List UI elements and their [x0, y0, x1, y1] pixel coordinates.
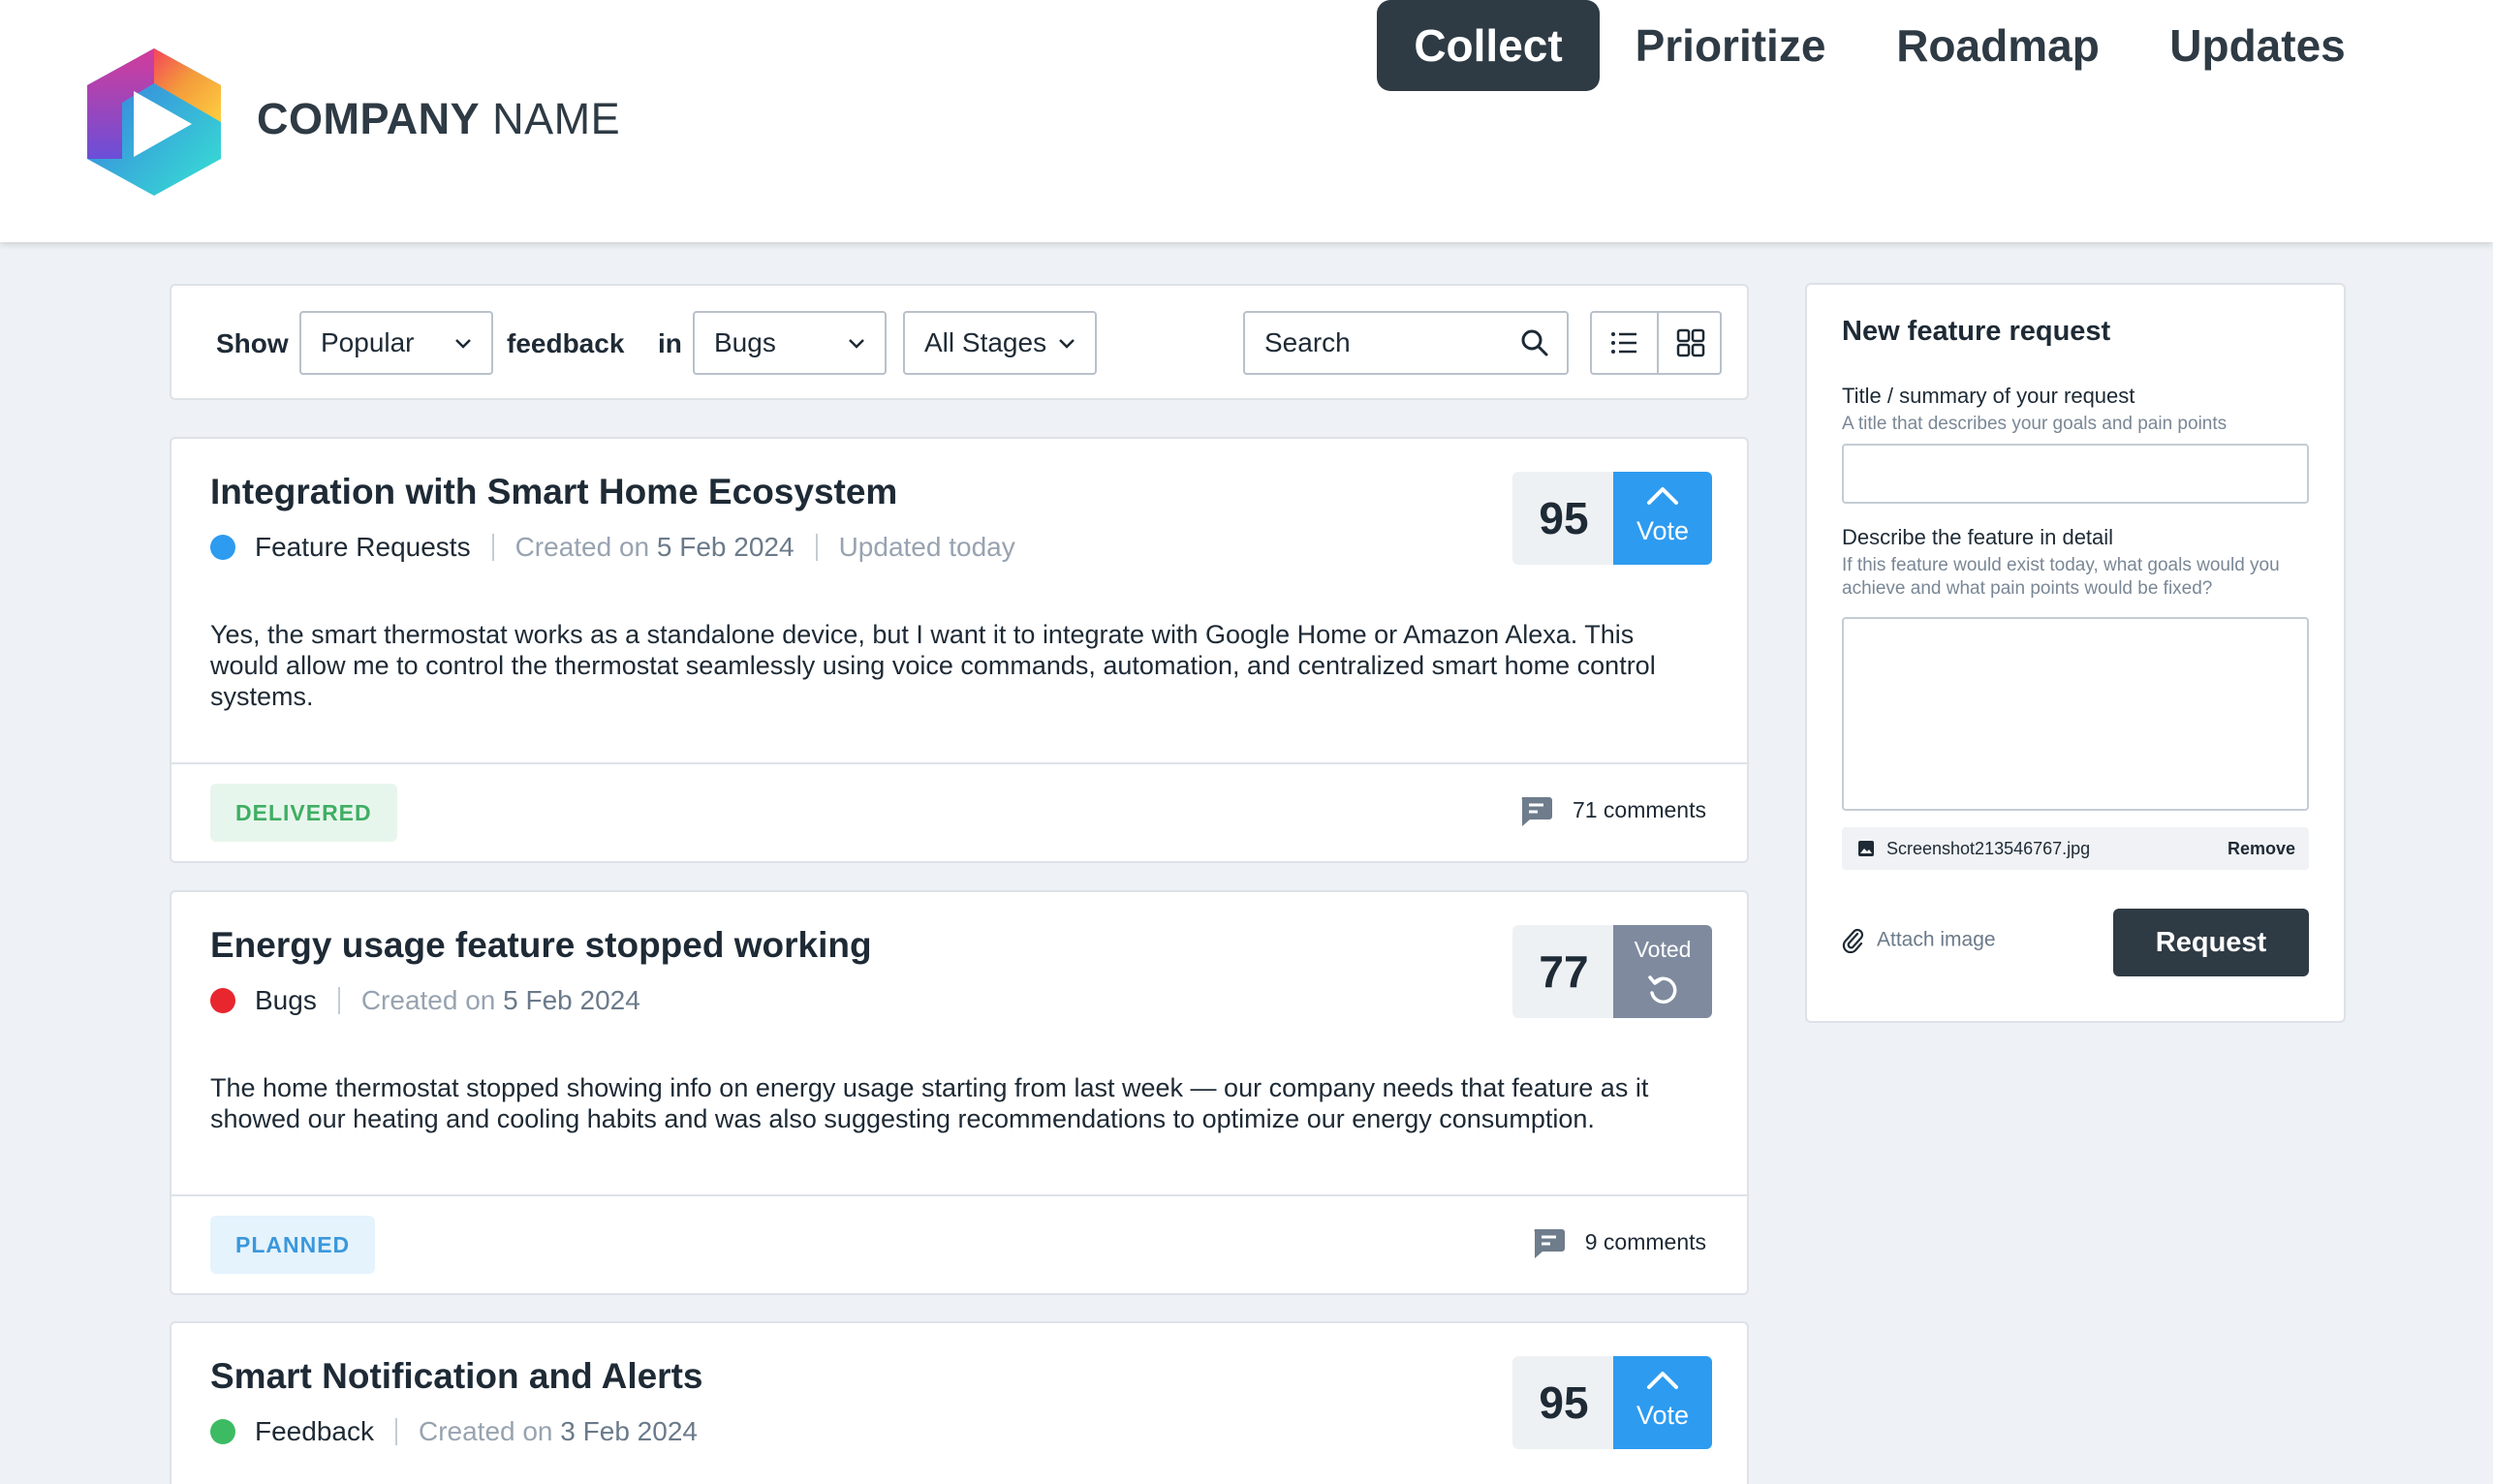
feedback-label: feedback	[507, 328, 625, 358]
vote-widget: 95 Vote	[1512, 472, 1712, 565]
chevron-down-icon	[1059, 339, 1075, 349]
created-prefix: Created on	[360, 985, 496, 1015]
form-title: New feature request	[1842, 316, 2111, 347]
post-category[interactable]: Feedback	[255, 1416, 374, 1446]
post-title[interactable]: Smart Notification and Alerts	[210, 1356, 702, 1397]
sort-select[interactable]: Popular	[299, 311, 493, 375]
vote-button-label: Vote	[1636, 516, 1690, 545]
vote-button[interactable]: Vote	[1613, 472, 1712, 565]
title-field-label: Title / summary of your request	[1842, 384, 2135, 408]
comments-count: 71 comments	[1572, 797, 1706, 823]
title-input[interactable]	[1842, 444, 2309, 504]
stage-select[interactable]: All Stages	[903, 311, 1097, 375]
created-date: 5 Feb 2024	[656, 532, 795, 562]
in-label: in	[658, 328, 682, 358]
feedback-card[interactable]: Integration with Smart Home Ecosystem Fe…	[170, 437, 1749, 863]
feedback-card[interactable]: Energy usage feature stopped working Bug…	[170, 890, 1749, 1295]
status-badge: DELIVERED	[210, 784, 397, 842]
company-logo-icon[interactable]	[87, 48, 221, 196]
nav-roadmap[interactable]: Roadmap	[1895, 0, 2101, 91]
voted-button[interactable]: Voted	[1613, 925, 1712, 1018]
post-description: The home thermostat stopped showing info…	[210, 1073, 1649, 1133]
meta-separator	[394, 1418, 397, 1445]
company-name-regular: NAME	[480, 94, 621, 143]
search-box	[1243, 311, 1569, 375]
post-category[interactable]: Feature Requests	[255, 532, 471, 562]
chevron-up-icon	[1647, 1372, 1678, 1389]
undo-icon	[1648, 975, 1677, 1005]
chevron-down-icon	[455, 339, 471, 349]
nav-collect[interactable]: Collect	[1377, 0, 1600, 91]
vote-count: 77	[1512, 925, 1615, 1018]
filter-bar: Show Popular feedback in Bugs All Stages	[170, 284, 1749, 400]
vote-button-label: Vote	[1636, 1401, 1690, 1430]
view-toggle	[1590, 311, 1722, 375]
category-dot	[210, 535, 235, 560]
category-dot	[210, 988, 235, 1013]
remove-attachment-button[interactable]: Remove	[2228, 839, 2295, 859]
meta-separator	[491, 534, 494, 561]
post-meta: Feedback Created on 3 Feb 2024	[210, 1416, 698, 1447]
nav-updates[interactable]: Updates	[2161, 0, 2354, 91]
detail-textarea[interactable]	[1842, 617, 2309, 811]
created-date: 5 Feb 2024	[503, 985, 640, 1015]
image-icon	[1858, 841, 1874, 856]
company-name-bold: COMPANY	[257, 94, 481, 143]
nav-prioritize[interactable]: Prioritize	[1628, 0, 1833, 91]
detail-field-label: Describe the feature in detail	[1842, 525, 2114, 549]
chevron-down-icon	[849, 339, 864, 349]
comments-count: 9 comments	[1584, 1229, 1706, 1255]
created-prefix: Created on	[418, 1416, 553, 1446]
post-title[interactable]: Integration with Smart Home Ecosystem	[210, 472, 897, 512]
chevron-up-icon	[1647, 487, 1678, 505]
status-badge: PLANNED	[210, 1216, 376, 1274]
detail-field-hint: If this feature would exist today, what …	[1842, 555, 2280, 599]
search-input[interactable]	[1245, 313, 1497, 373]
show-label: Show	[216, 328, 289, 358]
attach-image-button[interactable]: Attach image	[1842, 928, 1996, 954]
post-category[interactable]: Bugs	[255, 985, 317, 1015]
title-field-hint: A title that describes your goals and pa…	[1842, 414, 2228, 434]
category-dot	[210, 1419, 235, 1444]
vote-button[interactable]: Vote	[1613, 1356, 1712, 1449]
meta-separator	[337, 987, 340, 1014]
paperclip-icon	[1842, 928, 1864, 954]
vote-count: 95	[1512, 472, 1615, 565]
card-divider	[171, 762, 1747, 764]
comment-icon	[1534, 1229, 1565, 1258]
updated-text: Updated today	[838, 532, 1015, 562]
post-meta: Bugs Created on 5 Feb 2024	[210, 985, 640, 1016]
voted-button-label: Voted	[1634, 937, 1692, 962]
feedback-card[interactable]: Smart Notification and Alerts Feedback Cr…	[170, 1321, 1749, 1484]
vote-widget: 95 Vote	[1512, 1356, 1712, 1449]
grid-view-button[interactable]	[1659, 313, 1723, 373]
attachment-filename: Screenshot213546767.jpg	[1886, 839, 2091, 858]
vote-count: 95	[1512, 1356, 1615, 1449]
new-request-form: New feature request Title / summary of y…	[1805, 283, 2346, 1023]
comment-icon	[1521, 797, 1552, 826]
created-date: 3 Feb 2024	[560, 1416, 698, 1446]
post-description: Yes, the smart thermostat works as a sta…	[210, 620, 1656, 711]
comments-link[interactable]: 9 comments	[1531, 1227, 1706, 1260]
category-select-value: Bugs	[714, 327, 776, 357]
category-select[interactable]: Bugs	[693, 311, 887, 375]
list-icon	[1611, 332, 1636, 354]
sort-select-value: Popular	[321, 327, 415, 357]
app-header: COMPANY NAME Collect Prioritize Roadmap …	[0, 0, 2493, 242]
request-button[interactable]: Request	[2113, 909, 2309, 976]
card-divider	[171, 1194, 1747, 1196]
attachment-row: Screenshot213546767.jpg Remove	[1842, 827, 2309, 870]
post-meta: Feature Requests Created on 5 Feb 2024 Upd…	[210, 532, 1015, 563]
company-name: COMPANY NAME	[257, 94, 620, 144]
post-title[interactable]: Energy usage feature stopped working	[210, 925, 872, 966]
vote-widget: 77 Voted	[1512, 925, 1712, 1018]
meta-separator	[815, 534, 818, 561]
search-icon[interactable]	[1520, 328, 1549, 357]
grid-icon	[1676, 328, 1705, 357]
attach-image-label: Attach image	[1877, 928, 1996, 951]
created-prefix: Created on	[514, 532, 650, 562]
list-view-button[interactable]	[1592, 313, 1656, 373]
stage-select-value: All Stages	[924, 327, 1047, 357]
comments-link[interactable]: 71 comments	[1518, 795, 1706, 828]
